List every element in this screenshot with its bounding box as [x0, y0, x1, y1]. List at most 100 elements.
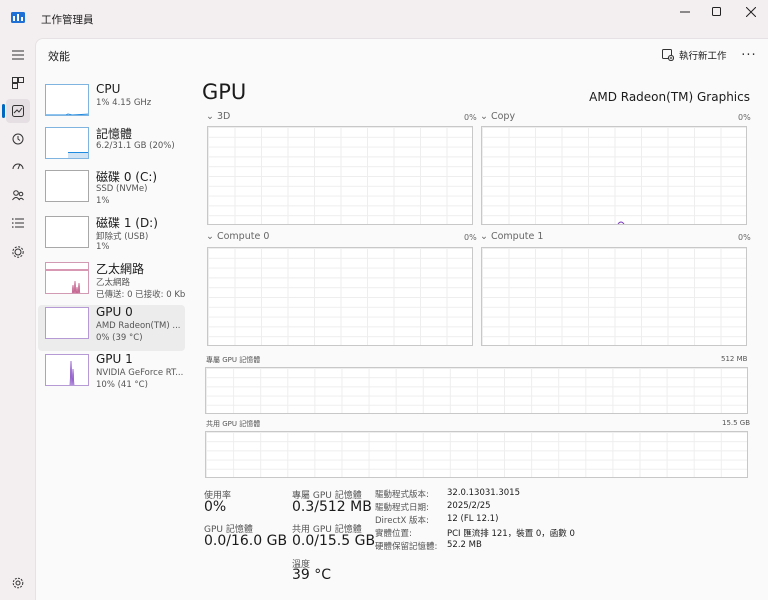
- ethernet-thumbnail: [45, 262, 89, 294]
- device-usage: 1%: [96, 196, 110, 206]
- maximize-icon: [712, 7, 721, 16]
- temperature-value: 39 °C: [292, 567, 332, 583]
- active-nav-indicator: [2, 104, 5, 118]
- engine-graph-compute-0: [207, 247, 473, 346]
- dedicated-memory-graph: [205, 367, 748, 414]
- device-detail: 6.2/31.1 GB (20%): [96, 141, 175, 151]
- device-usage: 0% (39 °C): [96, 333, 143, 343]
- window-title: 工作管理員: [41, 14, 94, 26]
- nav-startup-apps[interactable]: [6, 155, 30, 179]
- directx-version-label: DirectX 版本:: [375, 516, 429, 526]
- device-detail: 1% 4.15 GHz: [96, 98, 152, 108]
- engine-label: 3D: [216, 111, 231, 122]
- disk-1-thumbnail: [45, 216, 89, 248]
- device-detail: SSD (NVMe): [96, 184, 148, 194]
- title-bar: 工作管理員: [0, 0, 768, 38]
- performance-icon: [12, 105, 24, 117]
- nav-details[interactable]: [6, 211, 30, 235]
- engine-label: Copy: [490, 111, 516, 122]
- shared-memory-graph-max: 15.5 GB: [722, 419, 751, 427]
- run-new-task-button[interactable]: 執行新工作: [662, 47, 727, 63]
- engine-label: Compute 1: [490, 231, 544, 242]
- nav-services[interactable]: [6, 240, 30, 264]
- ethernet-sparkline: [46, 269, 88, 293]
- dedicated-memory-graph-label: 專屬 GPU 記憶體: [206, 356, 261, 364]
- close-button[interactable]: [734, 0, 768, 24]
- device-title: GPU 1: [96, 352, 133, 366]
- engine-selector-3d[interactable]: ⌄ 3D: [206, 111, 230, 122]
- engine-graph-compute-1: [481, 247, 747, 346]
- nav-users[interactable]: [6, 183, 30, 207]
- physical-location-value: PCI 匯流排 121，裝置 0，函數 0: [447, 529, 575, 539]
- device-disk-0[interactable]: 磁碟 0 (C:) SSD (NVMe) 1%: [38, 168, 185, 214]
- nav-app-history[interactable]: [6, 127, 30, 151]
- gpu-model-name: AMD Radeon(TM) Graphics: [589, 90, 750, 104]
- device-title: 記憶體: [96, 127, 133, 141]
- app-history-icon: [12, 133, 24, 145]
- gpu-1-thumbnail: [45, 354, 89, 386]
- device-usage: 已傳送: 0 已接收: 0 Kbp: [96, 290, 186, 300]
- device-title: CPU: [96, 82, 121, 96]
- device-usage: 1%: [96, 242, 110, 252]
- startup-apps-icon: [12, 163, 24, 170]
- maximize-button[interactable]: [700, 0, 734, 24]
- run-new-task-label: 執行新工作: [679, 51, 727, 62]
- physical-location-label: 實體位置:: [375, 529, 412, 539]
- engine-selector-compute-0[interactable]: ⌄ Compute 0: [206, 231, 269, 242]
- engine-selector-copy[interactable]: ⌄ Copy: [480, 111, 515, 122]
- engine-selector-compute-1[interactable]: ⌄ Compute 1: [480, 231, 543, 242]
- gear-icon: [12, 577, 24, 589]
- nav-settings[interactable]: [6, 571, 30, 595]
- copy-spike: [617, 221, 625, 224]
- minimize-icon: [680, 11, 690, 13]
- device-ethernet[interactable]: 乙太網路 乙太網路 已傳送: 0 已接收: 0 Kbp: [38, 260, 186, 306]
- device-disk-1[interactable]: 磁碟 1 (D:) 卸除式 (USB) 1%: [38, 214, 185, 260]
- task-manager-app-icon: [11, 12, 25, 23]
- engine-graph-3d: [207, 126, 473, 225]
- engine-percent: 0%: [464, 113, 477, 122]
- gpu-0-thumbnail: [45, 307, 89, 339]
- device-detail: 乙太網路: [96, 278, 131, 288]
- device-detail: 卸除式 (USB): [96, 232, 149, 242]
- device-memory[interactable]: 記憶體 6.2/31.1 GB (20%): [38, 125, 185, 171]
- hamburger-icon: [12, 50, 24, 60]
- device-detail: NVIDIA GeForce RT...: [96, 368, 184, 378]
- nav-menu-button[interactable]: [6, 43, 30, 67]
- reserved-memory-value: 52.2 MB: [447, 540, 482, 550]
- nav-performance[interactable]: [6, 99, 30, 123]
- device-gpu-1[interactable]: GPU 1 NVIDIA GeForce RT... 10% (41 °C): [38, 352, 185, 398]
- device-cpu[interactable]: CPU 1% 4.15 GHz: [38, 82, 185, 128]
- driver-version-label: 驅動程式版本:: [375, 490, 429, 500]
- engine-graph-copy: [481, 126, 747, 225]
- more-options-button[interactable]: ···: [740, 46, 758, 64]
- gpu-heading: GPU: [202, 80, 247, 104]
- nav-processes[interactable]: [6, 71, 30, 95]
- device-usage: 10% (41 °C): [96, 380, 148, 390]
- engine-percent: 0%: [738, 113, 751, 122]
- shared-memory-graph-label: 共用 GPU 記憶體: [206, 420, 261, 428]
- close-icon: [746, 7, 756, 17]
- reserved-memory-label: 硬體保留記憶體:: [375, 542, 438, 552]
- device-gpu-0[interactable]: GPU 0 AMD Radeon(TM) ... 0% (39 °C): [38, 305, 185, 351]
- memory-thumbnail: [45, 127, 89, 159]
- dedicated-memory-value: 0.3/512 MB: [292, 499, 372, 515]
- processes-icon: [12, 77, 24, 89]
- device-title: GPU 0: [96, 305, 133, 319]
- users-icon: [12, 190, 24, 201]
- shared-memory-graph: [205, 431, 748, 478]
- services-icon: [12, 246, 24, 258]
- driver-date-label: 驅動程式日期:: [375, 503, 429, 513]
- disk-0-thumbnail: [45, 170, 89, 202]
- dedicated-memory-graph-max: 512 MB: [721, 355, 748, 363]
- engine-percent: 0%: [738, 233, 751, 242]
- device-title: 乙太網路: [96, 262, 145, 276]
- details-icon: [12, 218, 24, 228]
- engine-label: Compute 0: [216, 231, 270, 242]
- utilization-value: 0%: [204, 499, 227, 515]
- cpu-thumbnail: [45, 84, 89, 116]
- minimize-button[interactable]: [668, 0, 702, 24]
- directx-version-value: 12 (FL 12.1): [447, 514, 499, 524]
- cpu-sparkline: [46, 113, 88, 115]
- engine-percent: 0%: [464, 233, 477, 242]
- shared-memory-value: 0.0/15.5 GB: [292, 533, 376, 549]
